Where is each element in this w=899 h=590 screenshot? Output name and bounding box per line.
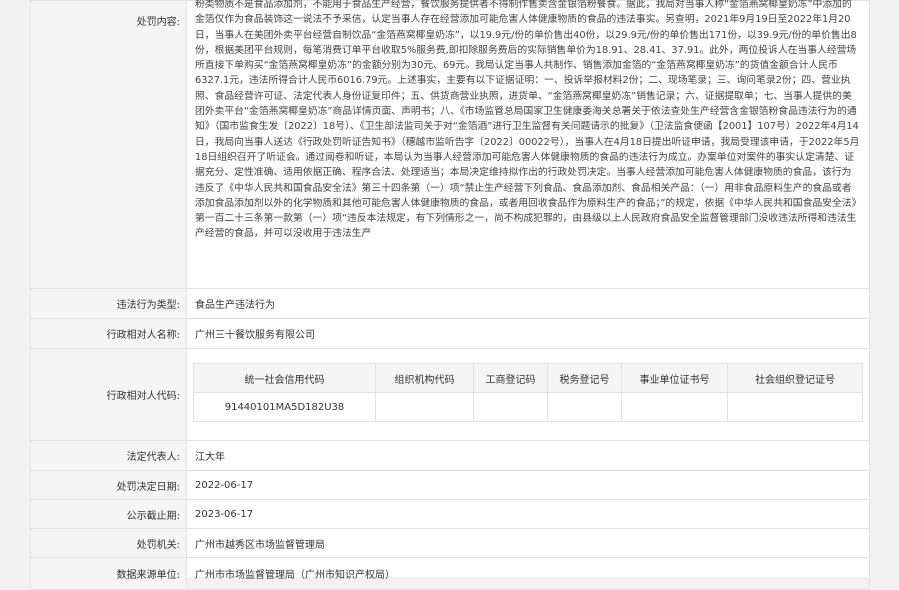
row-counterpart-name: 行政相对人名称: 广州三十餐饮服务有限公司 [30,318,870,349]
publish-end-value: 2023-06-17 [186,499,870,529]
violation-type-value: 食品生产违法行为 [186,288,870,319]
label-violation-type: 违法行为类型: [30,288,187,319]
row-data-source: 数据来源单位: 广州市市场监督管理局（广州市知识产权局） [30,557,870,590]
value-institution-cert [621,392,728,422]
decision-date-value: 2022-06-17 [186,470,870,500]
authority-value: 广州市越秀区市场监督管理局 [186,528,870,558]
label-punishment-content: 处罚内容: [30,0,187,289]
row-violation-type: 违法行为类型: 食品生产违法行为 [30,288,870,319]
value-tax-reg [547,392,622,422]
value-credit-code: 91440101MA5D182U38 [193,392,376,422]
punishment-content-text: 粉类物质不是食品添加剂，不能用于食品生产经营，餐饮服务提供者不得制作售卖含金银箔… [195,0,860,240]
header-business-reg: 工商登记码 [473,363,548,393]
value-business-reg [473,392,548,422]
data-source-value: 广州市市场监督管理局（广州市知识产权局） [186,557,870,590]
penalty-detail-panel: 处罚内容: 粉类物质不是食品添加剂，不能用于食品生产经营，餐饮服务提供者不得制作… [30,0,870,590]
row-authority: 处罚机关: 广州市越秀区市场监督管理局 [30,528,870,558]
header-org-code: 组织机构代码 [375,363,474,393]
codes-header-row: 统一社会信用代码 组织机构代码 工商登记码 税务登记号 事业单位证书号 社会组织… [193,363,863,393]
row-publish-end: 公示截止期: 2023-06-17 [30,499,870,529]
label-decision-date: 处罚决定日期: [30,470,187,500]
codes-value-row: 91440101MA5D182U38 [193,392,863,422]
label-publish-end: 公示截止期: [30,499,187,529]
value-org-code [375,392,474,422]
header-credit-code: 统一社会信用代码 [193,363,376,393]
label-legal-rep: 法定代表人: [30,440,187,471]
penalty-detail-table: 处罚内容: 粉类物质不是食品添加剂，不能用于食品生产经营，餐饮服务提供者不得制作… [30,0,870,590]
counterpart-name-value: 广州三十餐饮服务有限公司 [186,318,870,349]
header-institution-cert: 事业单位证书号 [621,363,728,393]
legal-rep-value: 江大年 [186,440,870,471]
label-counterpart-codes: 行政相对人代码: [30,348,187,441]
row-punishment-content: 处罚内容: 粉类物质不是食品添加剂，不能用于食品生产经营，餐饮服务提供者不得制作… [30,0,870,289]
row-legal-rep: 法定代表人: 江大年 [30,440,870,471]
header-tax-reg: 税务登记号 [547,363,622,393]
row-decision-date: 处罚决定日期: 2022-06-17 [30,470,870,500]
codes-table: 统一社会信用代码 组织机构代码 工商登记码 税务登记号 事业单位证书号 社会组织… [193,363,863,422]
row-counterpart-codes: 行政相对人代码: 统一社会信用代码 组织机构代码 工商登记码 税务登记号 事业单… [30,348,870,441]
label-authority: 处罚机关: [30,528,187,558]
label-data-source: 数据来源单位: [30,557,187,590]
value-social-org-cert [727,392,863,422]
header-social-org-cert: 社会组织登记证号 [727,363,863,393]
label-counterpart-name: 行政相对人名称: [30,318,187,349]
